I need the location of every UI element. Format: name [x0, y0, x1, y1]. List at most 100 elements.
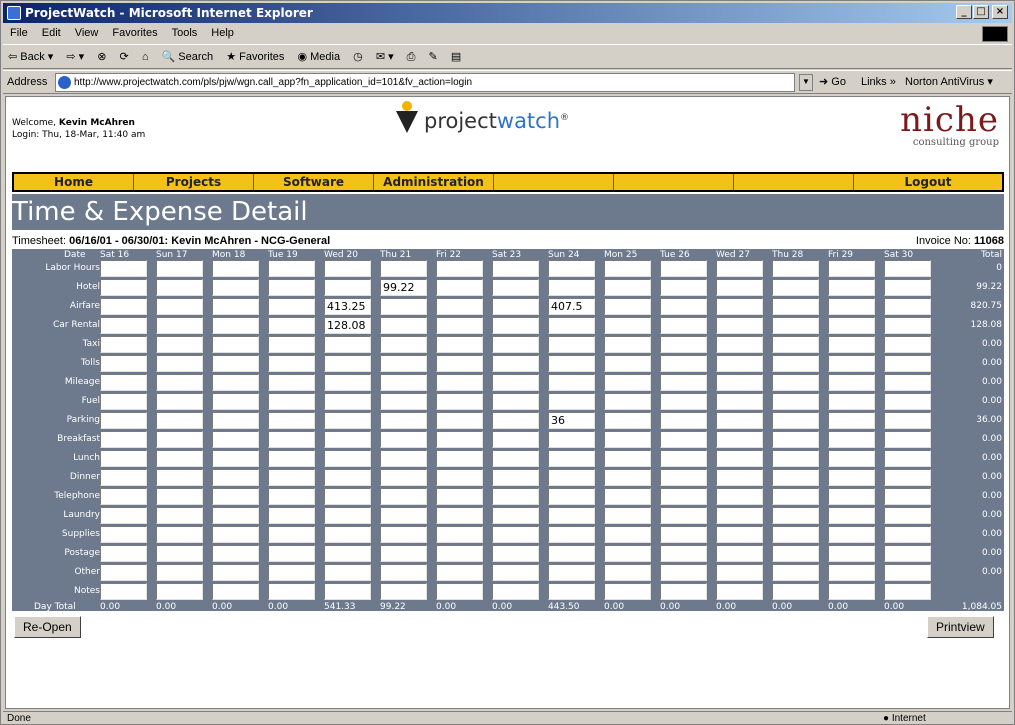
expense-input[interactable]	[156, 317, 203, 334]
expense-input[interactable]	[492, 507, 539, 524]
expense-input[interactable]	[268, 526, 315, 543]
expense-input[interactable]	[604, 450, 651, 467]
expense-input[interactable]	[156, 450, 203, 467]
go-button[interactable]: ➜ Go	[819, 71, 846, 94]
expense-input[interactable]	[492, 374, 539, 391]
expense-input[interactable]	[268, 583, 315, 600]
expense-input[interactable]	[212, 564, 259, 581]
expense-input[interactable]	[100, 564, 147, 581]
expense-input[interactable]	[604, 545, 651, 562]
expense-input[interactable]	[268, 545, 315, 562]
expense-input[interactable]	[156, 374, 203, 391]
expense-input[interactable]	[100, 450, 147, 467]
expense-input[interactable]	[884, 336, 931, 353]
expense-input[interactable]	[884, 545, 931, 562]
expense-input[interactable]: 128.08	[324, 317, 371, 334]
expense-input[interactable]	[100, 431, 147, 448]
nav-logout[interactable]: Logout	[854, 174, 1002, 190]
expense-input[interactable]	[156, 469, 203, 486]
expense-input[interactable]	[660, 279, 707, 296]
expense-input[interactable]	[268, 488, 315, 505]
expense-input[interactable]	[100, 469, 147, 486]
expense-input[interactable]	[156, 279, 203, 296]
expense-input[interactable]	[268, 374, 315, 391]
expense-input[interactable]	[884, 583, 931, 600]
expense-input[interactable]	[268, 450, 315, 467]
expense-input[interactable]	[660, 393, 707, 410]
expense-input[interactable]	[548, 564, 595, 581]
expense-input[interactable]	[716, 526, 763, 543]
expense-input[interactable]	[716, 545, 763, 562]
expense-input[interactable]	[716, 279, 763, 296]
expense-input[interactable]	[324, 545, 371, 562]
expense-input[interactable]	[436, 412, 483, 429]
expense-input[interactable]	[380, 412, 427, 429]
expense-input[interactable]	[156, 260, 203, 277]
reopen-button[interactable]: Re-Open	[14, 616, 81, 638]
expense-input[interactable]	[548, 279, 595, 296]
expense-input[interactable]	[548, 317, 595, 334]
expense-input[interactable]	[492, 545, 539, 562]
expense-input[interactable]	[380, 260, 427, 277]
expense-input[interactable]	[436, 450, 483, 467]
expense-input[interactable]	[156, 526, 203, 543]
expense-input[interactable]	[156, 298, 203, 315]
expense-input[interactable]	[828, 431, 875, 448]
expense-input[interactable]	[380, 298, 427, 315]
expense-input[interactable]	[268, 260, 315, 277]
expense-input[interactable]	[380, 374, 427, 391]
expense-input[interactable]	[604, 298, 651, 315]
expense-input[interactable]	[212, 431, 259, 448]
expense-input[interactable]	[548, 355, 595, 372]
expense-input[interactable]	[772, 564, 819, 581]
expense-input[interactable]	[660, 317, 707, 334]
expense-input[interactable]	[436, 507, 483, 524]
expense-input[interactable]	[492, 450, 539, 467]
expense-input[interactable]	[436, 279, 483, 296]
expense-input[interactable]	[492, 583, 539, 600]
expense-input[interactable]	[212, 583, 259, 600]
expense-input[interactable]	[828, 564, 875, 581]
expense-input[interactable]	[436, 469, 483, 486]
expense-input[interactable]	[548, 374, 595, 391]
expense-input[interactable]	[212, 393, 259, 410]
expense-input[interactable]	[436, 298, 483, 315]
expense-input[interactable]	[492, 431, 539, 448]
expense-input[interactable]	[100, 355, 147, 372]
expense-input[interactable]	[884, 298, 931, 315]
address-input[interactable]: http://www.projectwatch.com/pls/pjw/wgn.…	[55, 73, 795, 92]
expense-input[interactable]	[268, 564, 315, 581]
expense-input[interactable]	[548, 469, 595, 486]
expense-input[interactable]	[660, 583, 707, 600]
expense-input[interactable]	[324, 412, 371, 429]
expense-input[interactable]	[604, 564, 651, 581]
expense-input[interactable]	[436, 564, 483, 581]
expense-input[interactable]	[660, 412, 707, 429]
expense-input[interactable]	[604, 336, 651, 353]
expense-input[interactable]	[884, 412, 931, 429]
expense-input[interactable]: 413.25	[324, 298, 371, 315]
expense-input[interactable]	[604, 526, 651, 543]
expense-input[interactable]	[100, 393, 147, 410]
expense-input[interactable]	[716, 298, 763, 315]
expense-input[interactable]	[156, 583, 203, 600]
expense-input[interactable]	[660, 526, 707, 543]
expense-input[interactable]	[212, 374, 259, 391]
expense-input[interactable]	[100, 374, 147, 391]
menu-file[interactable]: File	[3, 24, 35, 43]
expense-input[interactable]	[212, 298, 259, 315]
expense-input[interactable]	[212, 412, 259, 429]
expense-input[interactable]	[380, 526, 427, 543]
menu-edit[interactable]: Edit	[35, 24, 68, 43]
expense-input[interactable]	[548, 507, 595, 524]
expense-input[interactable]	[660, 488, 707, 505]
nav-software[interactable]: Software	[254, 174, 374, 190]
expense-input[interactable]	[660, 431, 707, 448]
expense-input[interactable]: 36	[548, 412, 595, 429]
expense-input[interactable]	[604, 431, 651, 448]
expense-input[interactable]	[772, 469, 819, 486]
expense-input[interactable]	[884, 393, 931, 410]
expense-input[interactable]	[660, 469, 707, 486]
expense-input[interactable]	[884, 469, 931, 486]
expense-input[interactable]	[324, 450, 371, 467]
